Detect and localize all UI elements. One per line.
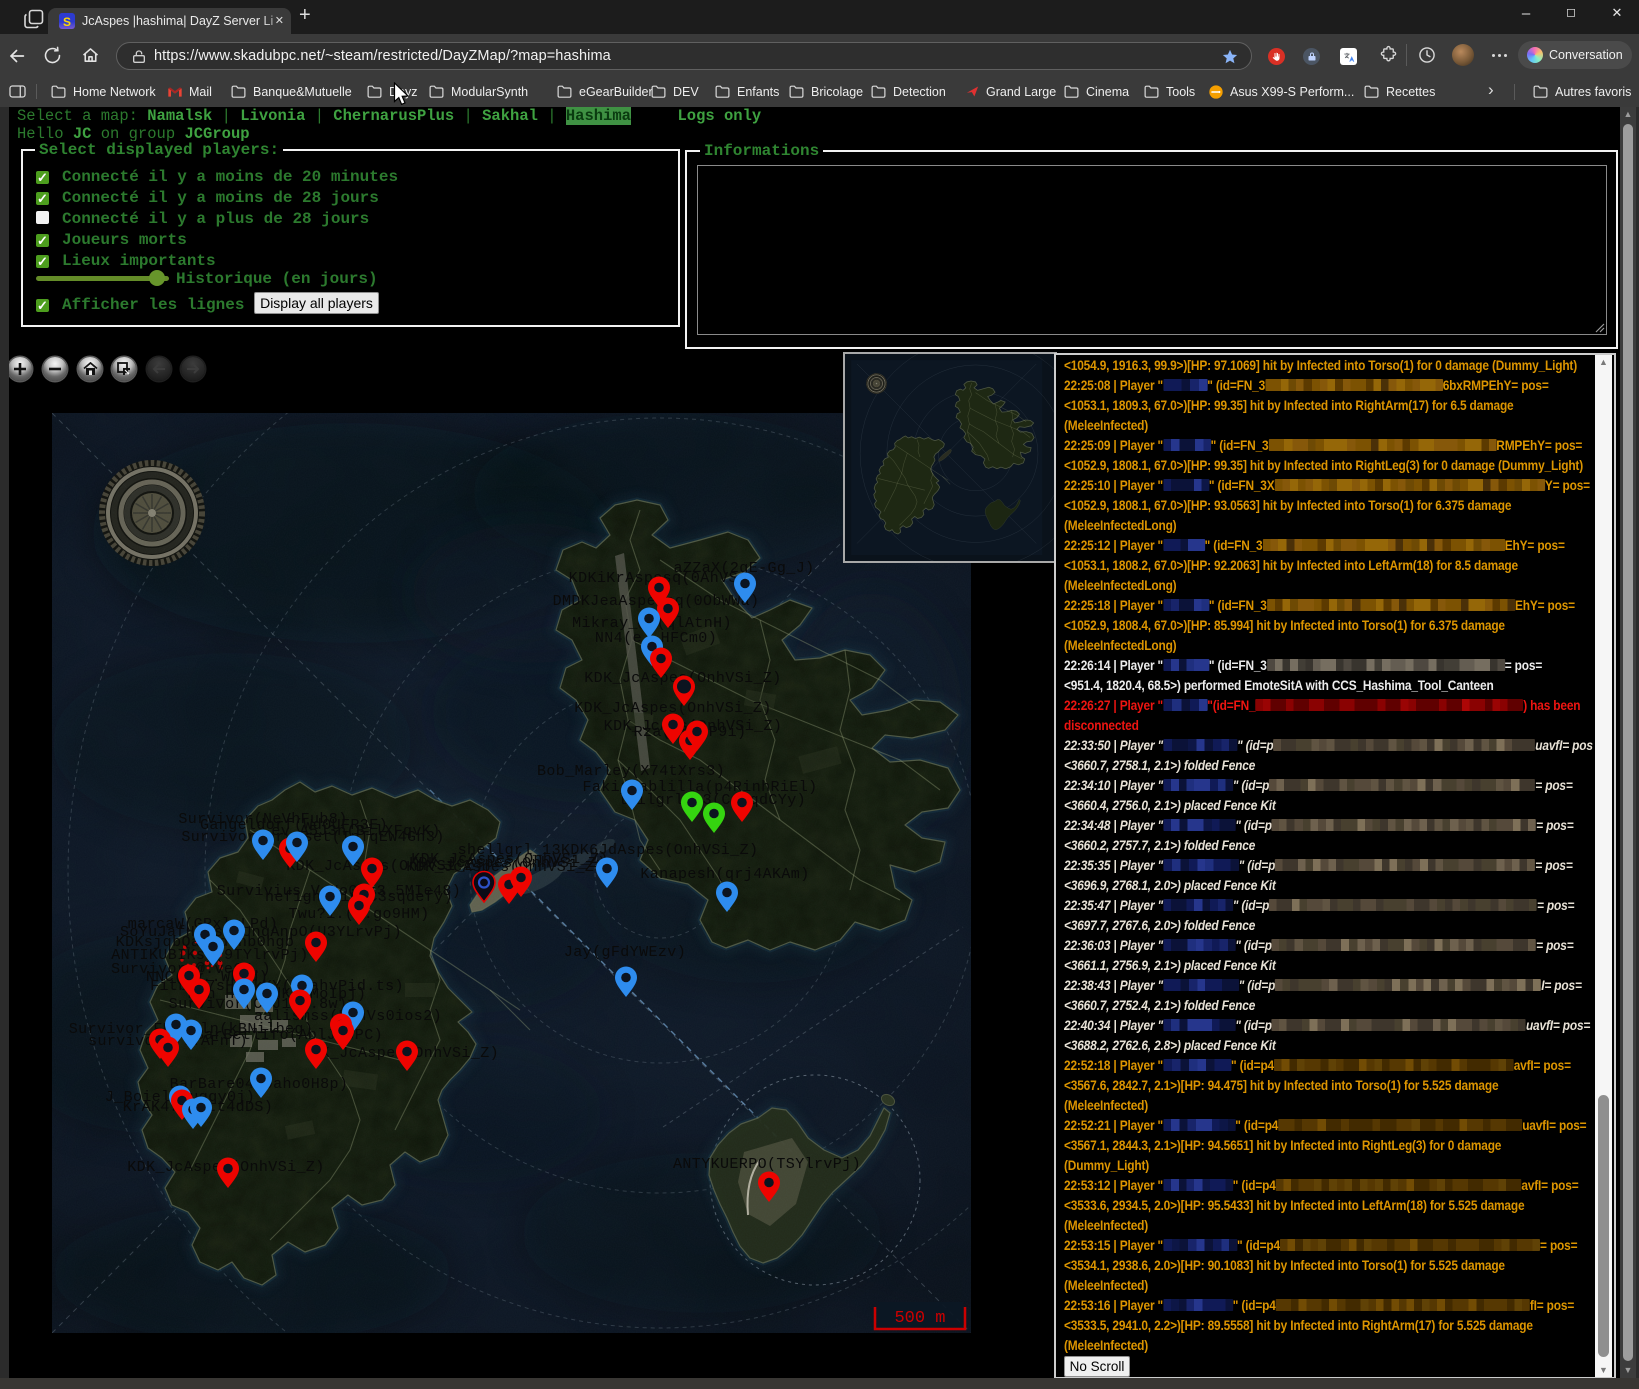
- svg-text:Survivor.brv.set(InTqEW4Gh3): Survivor.brv.set(InTqEW4Gh3): [181, 829, 444, 846]
- svg-text:Bob_Marley(X74tXrs3): Bob_Marley(X74tXrs3): [537, 763, 725, 780]
- svg-text:ANTYKUERPO(TSYlrvPj): ANTYKUERPO(TSYlrvPj): [673, 1156, 861, 1173]
- svg-text:Jay(gFdYWEzv): Jay(gFdYWEzv): [564, 944, 686, 961]
- svg-text:KDK_JcAspes(OnhVSi_Z): KDK_JcAspes(OnhVSi_Z): [286, 858, 483, 875]
- svg-text:500 m: 500 m: [894, 1309, 945, 1328]
- svg-text:Kanapesh(qrj4AKAm): Kanapesh(qrj4AKAm): [640, 866, 809, 883]
